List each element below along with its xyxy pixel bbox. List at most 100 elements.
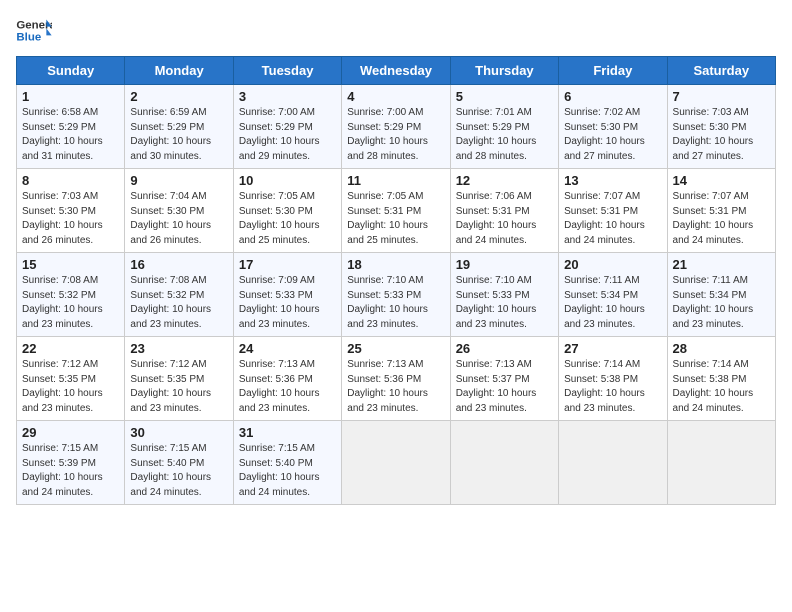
calendar-cell: 14 Sunrise: 7:07 AM Sunset: 5:31 PM Dayl… xyxy=(667,169,775,253)
day-number: 24 xyxy=(239,341,336,356)
day-info: Sunrise: 7:08 AM Sunset: 5:32 PM Dayligh… xyxy=(22,274,119,332)
day-number: 12 xyxy=(456,173,553,188)
calendar-cell: 17 Sunrise: 7:09 AM Sunset: 5:33 PM Dayl… xyxy=(233,253,341,337)
day-number: 22 xyxy=(22,341,119,356)
day-info: Sunrise: 7:07 AM Sunset: 5:31 PM Dayligh… xyxy=(564,190,661,248)
calendar-cell: 29 Sunrise: 7:15 AM Sunset: 5:39 PM Dayl… xyxy=(17,421,125,505)
calendar-cell: 10 Sunrise: 7:05 AM Sunset: 5:30 PM Dayl… xyxy=(233,169,341,253)
day-number: 9 xyxy=(130,173,227,188)
calendar-cell: 12 Sunrise: 7:06 AM Sunset: 5:31 PM Dayl… xyxy=(450,169,558,253)
weekday-header: Sunday xyxy=(17,57,125,85)
day-info: Sunrise: 7:15 AM Sunset: 5:39 PM Dayligh… xyxy=(22,442,119,500)
day-info: Sunrise: 7:10 AM Sunset: 5:33 PM Dayligh… xyxy=(347,274,444,332)
day-info: Sunrise: 7:00 AM Sunset: 5:29 PM Dayligh… xyxy=(347,106,444,164)
calendar-row: 8 Sunrise: 7:03 AM Sunset: 5:30 PM Dayli… xyxy=(17,169,776,253)
day-number: 29 xyxy=(22,425,119,440)
calendar-row: 1 Sunrise: 6:58 AM Sunset: 5:29 PM Dayli… xyxy=(17,85,776,169)
calendar-cell xyxy=(667,421,775,505)
day-number: 23 xyxy=(130,341,227,356)
day-info: Sunrise: 7:11 AM Sunset: 5:34 PM Dayligh… xyxy=(673,274,770,332)
calendar-cell: 8 Sunrise: 7:03 AM Sunset: 5:30 PM Dayli… xyxy=(17,169,125,253)
day-info: Sunrise: 7:09 AM Sunset: 5:33 PM Dayligh… xyxy=(239,274,336,332)
calendar-cell: 27 Sunrise: 7:14 AM Sunset: 5:38 PM Dayl… xyxy=(559,337,667,421)
day-info: Sunrise: 7:04 AM Sunset: 5:30 PM Dayligh… xyxy=(130,190,227,248)
day-number: 3 xyxy=(239,89,336,104)
calendar-cell: 31 Sunrise: 7:15 AM Sunset: 5:40 PM Dayl… xyxy=(233,421,341,505)
day-info: Sunrise: 7:02 AM Sunset: 5:30 PM Dayligh… xyxy=(564,106,661,164)
day-number: 11 xyxy=(347,173,444,188)
logo-icon: General Blue xyxy=(16,16,52,46)
day-number: 13 xyxy=(564,173,661,188)
day-info: Sunrise: 7:11 AM Sunset: 5:34 PM Dayligh… xyxy=(564,274,661,332)
calendar-cell: 24 Sunrise: 7:13 AM Sunset: 5:36 PM Dayl… xyxy=(233,337,341,421)
weekday-header: Wednesday xyxy=(342,57,450,85)
svg-text:Blue: Blue xyxy=(16,32,41,44)
weekday-row: SundayMondayTuesdayWednesdayThursdayFrid… xyxy=(17,57,776,85)
day-number: 6 xyxy=(564,89,661,104)
calendar-row: 15 Sunrise: 7:08 AM Sunset: 5:32 PM Dayl… xyxy=(17,253,776,337)
header: General Blue xyxy=(16,16,776,46)
day-info: Sunrise: 7:00 AM Sunset: 5:29 PM Dayligh… xyxy=(239,106,336,164)
day-number: 31 xyxy=(239,425,336,440)
calendar-cell: 26 Sunrise: 7:13 AM Sunset: 5:37 PM Dayl… xyxy=(450,337,558,421)
day-number: 28 xyxy=(673,341,770,356)
calendar-cell xyxy=(450,421,558,505)
day-number: 8 xyxy=(22,173,119,188)
calendar-cell: 6 Sunrise: 7:02 AM Sunset: 5:30 PM Dayli… xyxy=(559,85,667,169)
calendar-cell: 15 Sunrise: 7:08 AM Sunset: 5:32 PM Dayl… xyxy=(17,253,125,337)
day-number: 14 xyxy=(673,173,770,188)
calendar-cell: 23 Sunrise: 7:12 AM Sunset: 5:35 PM Dayl… xyxy=(125,337,233,421)
day-info: Sunrise: 7:10 AM Sunset: 5:33 PM Dayligh… xyxy=(456,274,553,332)
day-number: 2 xyxy=(130,89,227,104)
day-info: Sunrise: 6:59 AM Sunset: 5:29 PM Dayligh… xyxy=(130,106,227,164)
day-info: Sunrise: 7:13 AM Sunset: 5:37 PM Dayligh… xyxy=(456,358,553,416)
day-number: 18 xyxy=(347,257,444,272)
calendar-cell: 16 Sunrise: 7:08 AM Sunset: 5:32 PM Dayl… xyxy=(125,253,233,337)
day-number: 5 xyxy=(456,89,553,104)
calendar-cell: 18 Sunrise: 7:10 AM Sunset: 5:33 PM Dayl… xyxy=(342,253,450,337)
day-number: 20 xyxy=(564,257,661,272)
calendar-table: SundayMondayTuesdayWednesdayThursdayFrid… xyxy=(16,56,776,505)
calendar-cell: 19 Sunrise: 7:10 AM Sunset: 5:33 PM Dayl… xyxy=(450,253,558,337)
logo: General Blue xyxy=(16,16,52,46)
calendar-body: 1 Sunrise: 6:58 AM Sunset: 5:29 PM Dayli… xyxy=(17,85,776,505)
calendar-cell: 2 Sunrise: 6:59 AM Sunset: 5:29 PM Dayli… xyxy=(125,85,233,169)
day-info: Sunrise: 7:12 AM Sunset: 5:35 PM Dayligh… xyxy=(22,358,119,416)
calendar-cell: 7 Sunrise: 7:03 AM Sunset: 5:30 PM Dayli… xyxy=(667,85,775,169)
day-info: Sunrise: 7:15 AM Sunset: 5:40 PM Dayligh… xyxy=(239,442,336,500)
day-info: Sunrise: 7:13 AM Sunset: 5:36 PM Dayligh… xyxy=(347,358,444,416)
calendar-cell: 22 Sunrise: 7:12 AM Sunset: 5:35 PM Dayl… xyxy=(17,337,125,421)
day-info: Sunrise: 7:05 AM Sunset: 5:31 PM Dayligh… xyxy=(347,190,444,248)
day-info: Sunrise: 7:03 AM Sunset: 5:30 PM Dayligh… xyxy=(22,190,119,248)
calendar-cell: 4 Sunrise: 7:00 AM Sunset: 5:29 PM Dayli… xyxy=(342,85,450,169)
day-number: 30 xyxy=(130,425,227,440)
calendar-header: SundayMondayTuesdayWednesdayThursdayFrid… xyxy=(17,57,776,85)
calendar-row: 22 Sunrise: 7:12 AM Sunset: 5:35 PM Dayl… xyxy=(17,337,776,421)
day-info: Sunrise: 7:07 AM Sunset: 5:31 PM Dayligh… xyxy=(673,190,770,248)
calendar-cell: 13 Sunrise: 7:07 AM Sunset: 5:31 PM Dayl… xyxy=(559,169,667,253)
day-info: Sunrise: 7:13 AM Sunset: 5:36 PM Dayligh… xyxy=(239,358,336,416)
day-number: 21 xyxy=(673,257,770,272)
day-info: Sunrise: 7:05 AM Sunset: 5:30 PM Dayligh… xyxy=(239,190,336,248)
calendar-cell: 11 Sunrise: 7:05 AM Sunset: 5:31 PM Dayl… xyxy=(342,169,450,253)
day-info: Sunrise: 7:03 AM Sunset: 5:30 PM Dayligh… xyxy=(673,106,770,164)
day-info: Sunrise: 7:12 AM Sunset: 5:35 PM Dayligh… xyxy=(130,358,227,416)
calendar-cell: 20 Sunrise: 7:11 AM Sunset: 5:34 PM Dayl… xyxy=(559,253,667,337)
calendar-cell: 25 Sunrise: 7:13 AM Sunset: 5:36 PM Dayl… xyxy=(342,337,450,421)
day-number: 16 xyxy=(130,257,227,272)
day-info: Sunrise: 7:14 AM Sunset: 5:38 PM Dayligh… xyxy=(564,358,661,416)
weekday-header: Friday xyxy=(559,57,667,85)
day-info: Sunrise: 7:15 AM Sunset: 5:40 PM Dayligh… xyxy=(130,442,227,500)
day-number: 4 xyxy=(347,89,444,104)
day-info: Sunrise: 6:58 AM Sunset: 5:29 PM Dayligh… xyxy=(22,106,119,164)
day-number: 1 xyxy=(22,89,119,104)
calendar-cell xyxy=(559,421,667,505)
calendar-cell: 3 Sunrise: 7:00 AM Sunset: 5:29 PM Dayli… xyxy=(233,85,341,169)
calendar-cell: 30 Sunrise: 7:15 AM Sunset: 5:40 PM Dayl… xyxy=(125,421,233,505)
day-number: 15 xyxy=(22,257,119,272)
weekday-header: Monday xyxy=(125,57,233,85)
day-number: 10 xyxy=(239,173,336,188)
calendar-cell: 5 Sunrise: 7:01 AM Sunset: 5:29 PM Dayli… xyxy=(450,85,558,169)
calendar-cell: 21 Sunrise: 7:11 AM Sunset: 5:34 PM Dayl… xyxy=(667,253,775,337)
calendar-cell: 1 Sunrise: 6:58 AM Sunset: 5:29 PM Dayli… xyxy=(17,85,125,169)
